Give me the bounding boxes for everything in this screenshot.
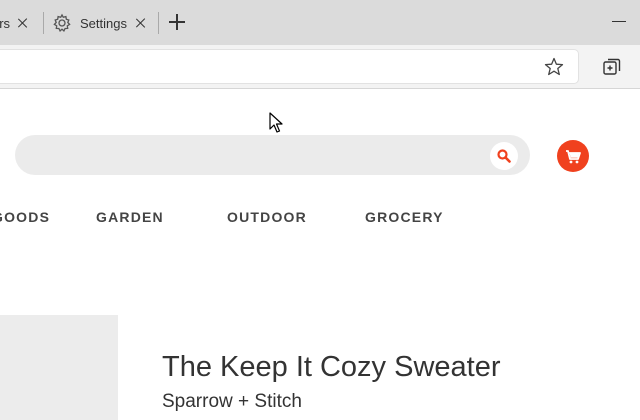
collections-icon[interactable]	[601, 56, 623, 78]
store-page: GOODS GARDEN OUTDOOR GROCERY The Keep It…	[0, 90, 640, 420]
star-icon[interactable]	[543, 56, 565, 78]
product-brand: Sparrow + Stitch	[162, 391, 302, 412]
browser-tabstrip: ers Settings	[0, 0, 640, 45]
minimize-window-button[interactable]	[604, 12, 640, 32]
mouse-cursor-icon	[269, 112, 283, 133]
search-button[interactable]	[490, 142, 518, 170]
nav-item-garden[interactable]: GARDEN	[96, 209, 164, 225]
cart-button[interactable]	[557, 140, 589, 172]
gear-icon	[53, 13, 71, 32]
tab-label: ers	[0, 15, 11, 31]
tab-label: Settings	[80, 15, 127, 31]
address-bar[interactable]	[0, 50, 578, 83]
search-icon	[497, 149, 511, 163]
nav-item-outdoor[interactable]: OUTDOOR	[227, 209, 307, 225]
search-input[interactable]	[15, 135, 530, 175]
new-tab-button[interactable]	[168, 13, 186, 31]
close-tab-icon[interactable]	[136, 18, 146, 28]
browser-tab-settings[interactable]: Settings	[44, 8, 156, 38]
nav-item-goods[interactable]: GOODS	[0, 209, 50, 225]
tab-separator	[158, 12, 159, 34]
close-tab-icon[interactable]	[18, 18, 28, 28]
product-image[interactable]	[0, 315, 118, 420]
cart-icon	[566, 150, 581, 164]
nav-item-grocery[interactable]: GROCERY	[365, 209, 444, 225]
browser-tab-1[interactable]: ers	[0, 8, 34, 38]
product-title[interactable]: The Keep It Cozy Sweater	[162, 351, 501, 384]
